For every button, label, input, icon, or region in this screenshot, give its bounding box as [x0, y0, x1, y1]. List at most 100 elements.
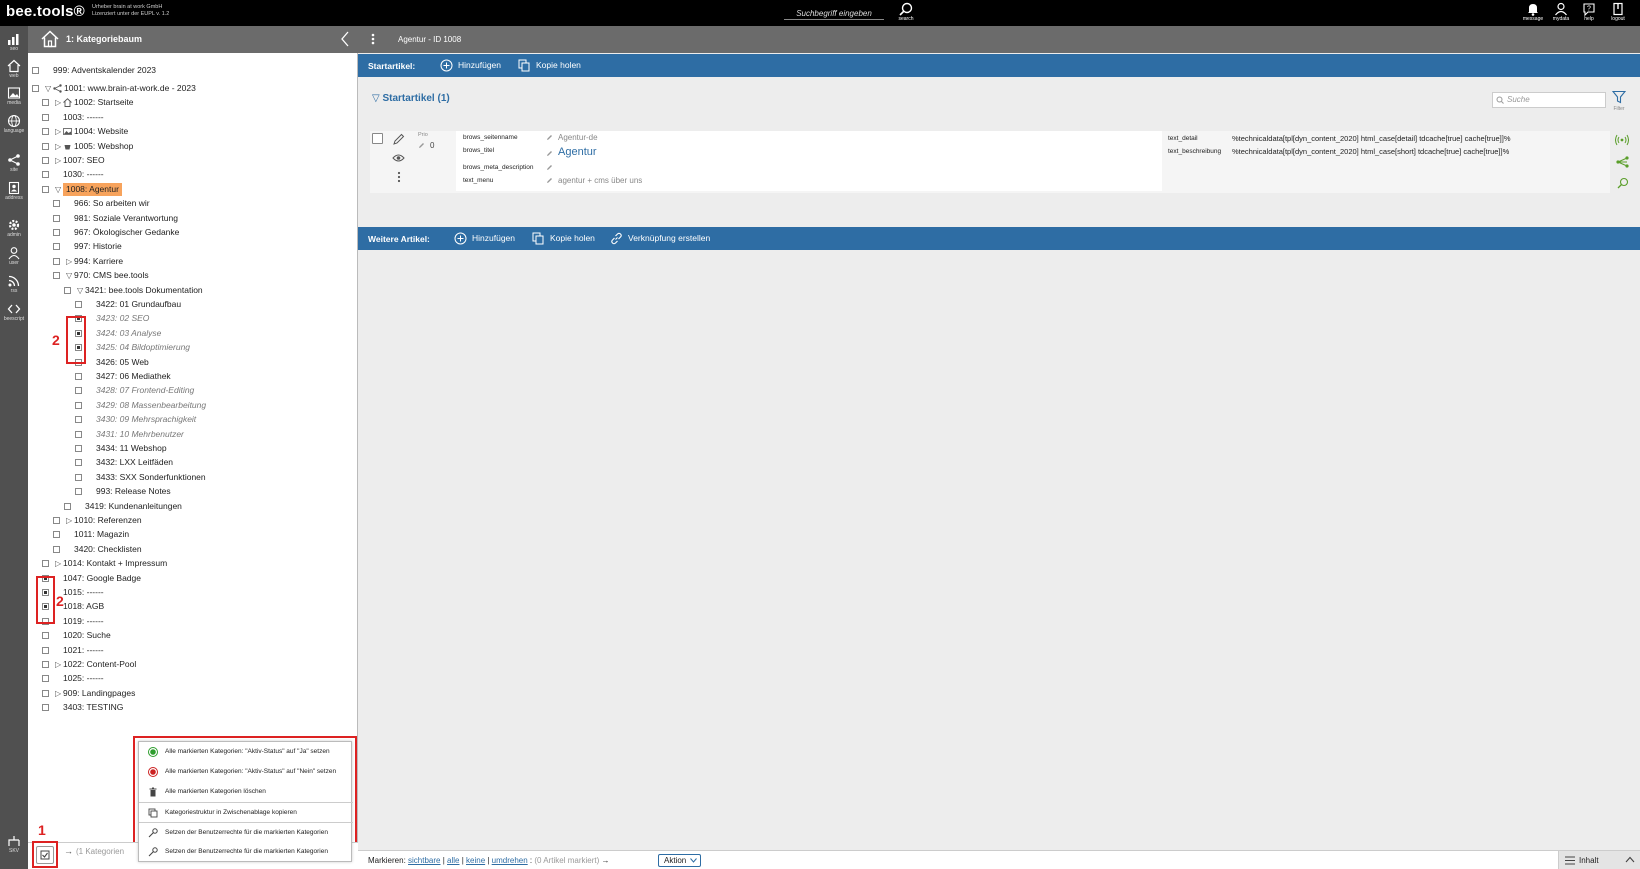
tree-row-checkbox[interactable]: [42, 99, 49, 107]
expand-toggle-open-icon[interactable]: ▽: [45, 82, 51, 95]
sidebar-item-media[interactable]: media: [0, 86, 28, 106]
sidebar-item-beescript[interactable]: beescript: [0, 302, 28, 322]
tree-row-checkbox[interactable]: [53, 200, 60, 208]
pencil-small-icon[interactable]: [546, 177, 553, 184]
tree-row-checkbox[interactable]: [42, 689, 49, 697]
mark-visible-link[interactable]: sichtbare: [408, 856, 440, 865]
tree-row-checkbox[interactable]: [42, 560, 49, 568]
tree-row-checkbox[interactable]: [75, 430, 82, 438]
tree-row-checkbox[interactable]: [75, 488, 82, 496]
menu-item-delete[interactable]: Alle markierten Kategorien löschen: [139, 782, 353, 802]
tree-row-checkbox[interactable]: [53, 272, 60, 280]
menu-item-copy-structure[interactable]: Kategoriestruktur in Zwischenablage kopi…: [139, 802, 353, 822]
tree-row-checkbox[interactable]: [42, 157, 49, 164]
tree-row-checkbox[interactable]: [42, 142, 49, 150]
expand-toggle-open-icon[interactable]: ▽: [66, 269, 72, 282]
mydata-button[interactable]: mydata: [1548, 2, 1574, 22]
app-logo[interactable]: bee.tools®: [6, 3, 85, 20]
tree-row-checkbox[interactable]: [53, 257, 60, 265]
tree-row-checkbox[interactable]: [75, 445, 82, 452]
pencil-small-icon[interactable]: [546, 164, 553, 171]
expand-toggle-closed-icon[interactable]: ▷: [55, 96, 61, 109]
tree-row-checkbox[interactable]: [32, 85, 39, 92]
sidebar-item-seo[interactable]: seo: [0, 32, 28, 52]
tree-row-checkbox[interactable]: [53, 243, 60, 251]
pencil-small-icon[interactable]: [546, 150, 553, 157]
expand-toggle-closed-icon[interactable]: ▷: [55, 154, 61, 167]
copy-article-button[interactable]: Kopie holen: [532, 231, 595, 246]
sidebar-item-user[interactable]: user: [0, 246, 28, 266]
expand-toggle-open-icon[interactable]: ▽: [77, 284, 83, 297]
expand-toggle-closed-icon[interactable]: ▷: [66, 514, 72, 527]
logout-button[interactable]: logout: [1605, 2, 1631, 22]
tree-row-checkbox[interactable]: [64, 286, 71, 294]
startartikel-section-title[interactable]: ▽ Startartikel (1): [372, 93, 450, 104]
expand-toggle-closed-icon[interactable]: ▷: [55, 557, 61, 570]
tree-row-checkbox[interactable]: [42, 113, 49, 121]
tree-row-checkbox[interactable]: [42, 646, 49, 654]
sidebar-item-site[interactable]: site: [0, 153, 28, 173]
sidebar-item-rss[interactable]: rss: [0, 274, 28, 294]
expand-toggle-closed-icon[interactable]: ▷: [55, 140, 61, 153]
tree-row-checkbox[interactable]: [75, 473, 82, 481]
sidebar-item-web[interactable]: web: [0, 59, 28, 79]
help-button[interactable]: ? help: [1576, 2, 1602, 22]
pencil-small-icon[interactable]: [546, 134, 553, 141]
tree-row-checkbox[interactable]: [53, 229, 60, 236]
pencil-small-icon[interactable]: [418, 142, 425, 149]
share-icon[interactable]: [1616, 156, 1629, 168]
tree-row-checkbox[interactable]: [75, 416, 82, 424]
tree-row-checkbox[interactable]: [42, 661, 49, 668]
kebab-menu-icon[interactable]: [397, 171, 401, 183]
tree-row-checkbox[interactable]: [42, 185, 49, 193]
mark-all-link[interactable]: alle: [447, 856, 459, 865]
search-button[interactable]: search: [893, 2, 919, 22]
tree-row-checkbox[interactable]: [42, 704, 49, 712]
expand-toggle-open-icon[interactable]: ▽: [55, 183, 61, 196]
menu-item-activate[interactable]: Alle markierten Kategorien: "Aktiv-Statu…: [139, 742, 353, 762]
sidebar-item-address[interactable]: address: [0, 181, 28, 201]
menu-item-permissions-2[interactable]: Setzen der Benutzerrechte für die markie…: [139, 842, 353, 862]
copy-start-article-button[interactable]: Kopie holen: [518, 58, 581, 73]
add-article-button[interactable]: Hinzufügen: [454, 231, 515, 246]
search-green-icon[interactable]: [1617, 177, 1629, 189]
action-select[interactable]: Aktion: [658, 854, 702, 867]
expand-toggle-closed-icon[interactable]: ▷: [55, 687, 61, 700]
eye-icon[interactable]: [392, 153, 405, 163]
tree-row-checkbox[interactable]: [53, 214, 60, 222]
tree-row-checkbox[interactable]: [53, 517, 60, 524]
chevron-left-icon[interactable]: [340, 31, 350, 47]
tree-row-checkbox[interactable]: [32, 67, 39, 74]
menu-item-deactivate[interactable]: Alle markierten Kategorien: "Aktiv-Statu…: [139, 762, 353, 782]
tree-row-checkbox[interactable]: [75, 301, 82, 308]
mark-invert-link[interactable]: umdrehen: [492, 856, 528, 865]
tree-row-checkbox[interactable]: [75, 373, 82, 380]
kebab-menu-icon[interactable]: [371, 33, 375, 45]
tree-row-checkbox[interactable]: [75, 387, 82, 395]
filter-button[interactable]: Filter: [1611, 90, 1627, 112]
expand-toggle-closed-icon[interactable]: ▷: [55, 658, 61, 671]
tree-row-checkbox[interactable]: [75, 459, 82, 467]
expand-toggle-closed-icon[interactable]: ▷: [66, 255, 72, 268]
tree-row-checkbox[interactable]: [42, 128, 49, 136]
add-start-article-button[interactable]: Hinzufügen: [440, 58, 501, 73]
create-link-button[interactable]: Verknüpfung erstellen: [610, 231, 710, 246]
sidebar-item-language[interactable]: language: [0, 114, 28, 134]
broadcast-icon[interactable]: [1615, 134, 1629, 146]
tree-row-checkbox[interactable]: [64, 502, 71, 510]
home-icon[interactable]: [40, 29, 60, 49]
tree-row-checkbox[interactable]: [75, 401, 82, 409]
tree-row-checkbox[interactable]: [53, 531, 60, 539]
tree-row-checkbox[interactable]: [42, 675, 49, 683]
article-checkbox[interactable]: [372, 133, 383, 144]
article-search-input[interactable]: Suche: [1492, 92, 1606, 108]
pencil-icon[interactable]: [392, 133, 405, 146]
expand-toggle-closed-icon[interactable]: ▷: [55, 125, 61, 138]
sidebar-item-admin[interactable]: admin: [0, 218, 28, 238]
message-button[interactable]: message: [1520, 2, 1546, 22]
content-view-toggle[interactable]: Inhalt: [1558, 851, 1640, 869]
sidebar-item-skv[interactable]: SKV: [0, 834, 28, 854]
tree-row-checkbox[interactable]: [42, 632, 49, 640]
global-search-input[interactable]: Suchbegriff eingeben: [784, 8, 884, 20]
tree-row-checkbox[interactable]: [53, 545, 60, 553]
